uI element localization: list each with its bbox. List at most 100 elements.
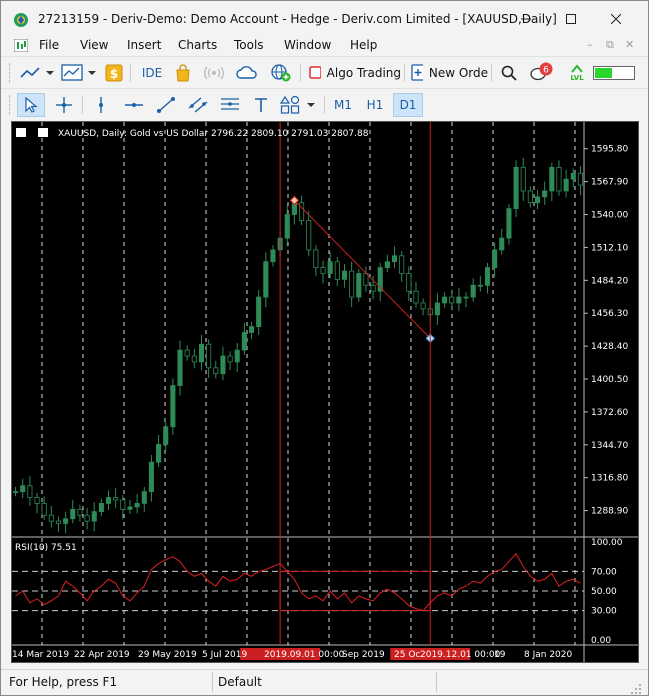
maximize-button[interactable] — [551, 7, 591, 31]
toolbar-separator — [82, 96, 83, 114]
candle-body — [241, 332, 247, 351]
cursor-arrow-icon — [25, 97, 38, 113]
menu-help[interactable]: Help — [350, 38, 377, 52]
child-minimize-icon[interactable]: – — [587, 38, 593, 51]
vps-button[interactable] — [234, 61, 260, 85]
cursor-tool-button[interactable] — [17, 93, 45, 117]
trendline-icon — [157, 97, 175, 113]
new-order-label: New Orde — [428, 66, 488, 80]
shapes-icon — [280, 95, 315, 114]
resize-grip-icon[interactable] — [631, 682, 643, 694]
price-tick-label: 1400.50 — [591, 375, 628, 385]
menu-view[interactable]: View — [80, 38, 108, 52]
price-chart[interactable]: 1595.80 1567.90 1540.00 1512.10 1484.20 1456.… — [12, 122, 638, 662]
candle-body — [98, 503, 104, 513]
child-restore-icon[interactable]: ⧉ — [606, 38, 614, 52]
shapes-tool-button[interactable] — [279, 93, 319, 117]
candle-body — [391, 255, 398, 263]
signals-button[interactable] — [201, 61, 227, 85]
date-tick-label: 2019.09.01 00:00 — [264, 650, 345, 660]
timeframe-h1-label: H1 — [366, 98, 384, 112]
algo-trading-button[interactable]: Algo Trading — [305, 61, 401, 85]
timeframe-d1-button[interactable]: D1 — [393, 93, 423, 117]
child-close-icon[interactable]: ✕ — [625, 38, 634, 51]
candle-body — [549, 166, 555, 192]
rsi-indicator-label: RSI(10) 75.51 — [15, 543, 77, 553]
notifications-button[interactable]: 6 — [527, 61, 555, 85]
candle-body — [206, 343, 212, 369]
chart-header-text: XAUUSD, Daily: Gold vs US Dollar 2796.22… — [58, 129, 369, 139]
horizontal-line-icon — [125, 103, 143, 107]
candle-body — [442, 296, 448, 304]
signal-waves-icon — [204, 66, 224, 80]
candle-body — [127, 506, 133, 510]
main-toolbar: $ IDE Algo Trading New Orde 6 LVL — [1, 56, 648, 88]
candle-body — [34, 497, 40, 504]
toolbar-separator — [300, 64, 301, 82]
candle-body — [220, 355, 226, 375]
date-tick-label: 25 Oc — [394, 650, 420, 660]
candle-body — [534, 196, 541, 204]
crosshair-icon — [56, 97, 72, 113]
candle-body — [13, 491, 19, 494]
toolbar-grip[interactable] — [9, 95, 12, 115]
candle-body — [299, 202, 305, 221]
candle-body — [320, 267, 326, 274]
menu-file[interactable]: File — [39, 38, 59, 52]
market-bag-button[interactable] — [171, 61, 195, 85]
market-button[interactable]: $ — [103, 61, 125, 85]
trendline-tool-button[interactable] — [153, 93, 179, 117]
rsi-scale-labels: 100.00 70.00 50.00 30.00 0.00 — [591, 538, 623, 646]
vertical-line-tool-button[interactable] — [89, 93, 113, 117]
candle-body — [384, 261, 390, 268]
candle-body — [420, 302, 426, 310]
terminal-window: 27213159 - Deriv-Demo: Demo Account - He… — [0, 0, 649, 696]
minimize-button[interactable] — [506, 7, 546, 31]
candle-body — [506, 208, 512, 239]
candle-body — [191, 355, 197, 363]
horizontal-line-tool-button[interactable] — [121, 93, 147, 117]
crosshair-tool-button[interactable] — [51, 93, 77, 117]
timeframe-h1-button[interactable]: H1 — [361, 93, 389, 117]
close-button[interactable] — [596, 7, 636, 31]
menu-charts[interactable]: Charts — [178, 38, 217, 52]
equidistant-channel-icon — [188, 97, 208, 113]
chart-type-button[interactable] — [17, 61, 57, 85]
candle-body — [48, 514, 54, 522]
chart-window[interactable]: 1595.80 1567.90 1540.00 1512.10 1484.20 1456.… — [11, 121, 639, 663]
menu-tools[interactable]: Tools — [234, 38, 264, 52]
candle-body — [84, 514, 90, 522]
candle-body — [248, 326, 255, 333]
candle-body — [177, 349, 183, 386]
channel-tool-button[interactable] — [185, 93, 211, 117]
price-tick-label: 1288.90 — [591, 507, 628, 517]
menu-insert[interactable]: Insert — [127, 38, 161, 52]
price-tick-label: 1316.80 — [591, 474, 628, 484]
notification-count: 6 — [543, 66, 549, 76]
fibonacci-tool-button[interactable] — [217, 93, 243, 117]
date-tick-label: 14 Mar 2019 — [12, 650, 69, 660]
text-tool-button[interactable] — [249, 93, 273, 117]
candle-body — [470, 284, 476, 298]
indicators-button[interactable] — [59, 61, 99, 85]
web-trading-button[interactable] — [267, 61, 295, 85]
cloud-icon — [236, 66, 257, 79]
date-tick-label: Sep 2019 — [342, 650, 385, 660]
menu-window[interactable]: Window — [284, 38, 331, 52]
ide-button[interactable]: IDE — [138, 61, 166, 85]
toolbar-separator — [130, 64, 131, 82]
rsi-level-lines — [12, 570, 584, 612]
candle-body — [492, 249, 498, 268]
candle-body — [542, 190, 548, 198]
drawing-toolbar: M1 H1 D1 — [1, 88, 648, 120]
candle-body — [20, 485, 26, 493]
new-order-icon — [411, 64, 423, 81]
search-button[interactable] — [498, 61, 520, 85]
title-bar: 27213159 - Deriv-Demo: Demo Account - He… — [1, 1, 648, 37]
toolbar-grip[interactable] — [9, 63, 12, 83]
timeframe-m1-button[interactable]: M1 — [329, 93, 357, 117]
new-order-button[interactable]: New Orde — [408, 61, 488, 85]
signal-strength-button[interactable]: LVL — [564, 61, 590, 85]
candle-body — [41, 503, 47, 516]
maximize-icon — [566, 14, 576, 24]
